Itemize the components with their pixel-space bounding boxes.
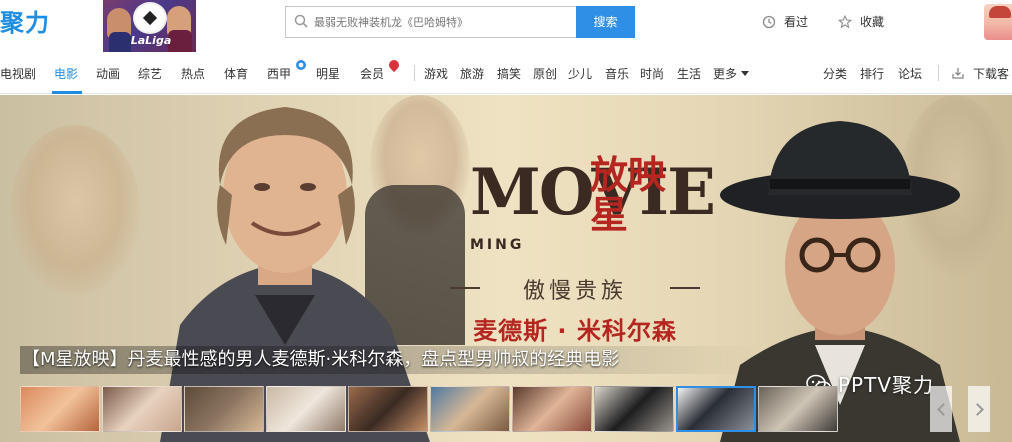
thumbnail-selected[interactable] — [676, 386, 756, 432]
nav-item-laliga[interactable]: 西甲 — [267, 64, 291, 84]
nav-item-variety[interactable]: 综艺 — [138, 64, 162, 84]
nav-item-kids[interactable]: 少儿 — [568, 64, 592, 84]
laliga-ball-icon — [133, 2, 167, 34]
thumbnail[interactable] — [20, 386, 100, 432]
banner-caption[interactable]: 【M星放映】丹麦最性感的男人麦德斯·米科尔森，盘点型男帅叔的经典电影 — [20, 346, 760, 374]
chevron-down-icon — [741, 71, 749, 76]
player-image — [167, 6, 192, 52]
thumbnail-prev-button[interactable] — [930, 386, 952, 432]
thumbnail[interactable] — [594, 386, 674, 432]
nav-item-games[interactable]: 游戏 — [424, 64, 448, 84]
nav-link-download-client[interactable]: 下载客 — [973, 64, 1009, 84]
nav-item-life[interactable]: 生活 — [677, 64, 701, 84]
search-input[interactable] — [314, 11, 572, 33]
thumbnail[interactable] — [266, 386, 346, 432]
nav-item-fashion[interactable]: 时尚 — [640, 64, 664, 84]
nav-item-original[interactable]: 原创 — [533, 64, 557, 84]
user-avatar[interactable] — [984, 4, 1012, 40]
featured-banner[interactable]: MOVIE 放映星 MING 傲慢贵族 麦德斯 · 米科尔森 【M星放映】丹麦最… — [0, 95, 1012, 442]
thumbnail[interactable] — [430, 386, 510, 432]
soccer-ball-icon — [296, 60, 306, 70]
search-button[interactable]: 搜索 — [576, 6, 635, 38]
search-box — [285, 6, 577, 38]
favorites-label: 收藏 — [860, 15, 885, 29]
nav-link-ranking[interactable]: 排行 — [860, 64, 884, 84]
nav-divider — [938, 65, 939, 81]
nav-item-vip[interactable]: 会员 — [360, 64, 384, 84]
nav-item-tv-series[interactable]: 电视剧 — [0, 64, 36, 84]
history-clock-icon — [762, 15, 776, 29]
star-icon — [838, 15, 852, 29]
thumbnail[interactable] — [758, 386, 838, 432]
thumbnail[interactable] — [348, 386, 428, 432]
history-label: 看过 — [784, 15, 809, 29]
nav-divider — [414, 65, 415, 81]
nav-item-hot[interactable]: 热点 — [181, 64, 205, 84]
banner-subtitle: 傲慢贵族 — [450, 273, 700, 305]
nav-item-anime[interactable]: 动画 — [96, 64, 120, 84]
thumbnail[interactable] — [102, 386, 182, 432]
laliga-promo-banner[interactable]: LaLiga — [103, 0, 196, 52]
nav-item-sports[interactable]: 体育 — [224, 64, 248, 84]
nav-item-movies[interactable]: 电影 — [54, 64, 78, 84]
nav-item-music[interactable]: 音乐 — [605, 64, 629, 84]
nav-item-travel[interactable]: 旅游 — [460, 64, 484, 84]
thumbnail[interactable] — [184, 386, 264, 432]
search-icon — [294, 14, 308, 28]
banner-title-ming: MING — [470, 237, 525, 253]
favorites-link[interactable]: 收藏 — [838, 12, 884, 32]
nav-item-stars[interactable]: 明星 — [316, 64, 340, 84]
download-icon — [952, 68, 964, 79]
thumbnail-strip — [20, 386, 1012, 432]
top-bar: 聚力 LaLiga 搜索 看过 收藏 — [0, 0, 1012, 52]
background-portrait — [10, 125, 140, 295]
thumbnail[interactable] — [512, 386, 592, 432]
history-link[interactable]: 看过 — [762, 12, 808, 32]
thumbnail-next-button[interactable] — [968, 386, 990, 432]
nav-link-categories[interactable]: 分类 — [823, 64, 847, 84]
main-nav: 电视剧 电影 动画 综艺 热点 体育 西甲 明星 会员 游戏 旅游 搞笑 原创 … — [0, 52, 1012, 94]
banner-actor-name: 麦德斯 · 米科尔森 — [473, 317, 677, 345]
nav-item-funny[interactable]: 搞笑 — [497, 64, 521, 84]
laliga-label: LaLiga — [130, 34, 172, 47]
banner-title-block: MOVIE 放映星 MING 傲慢贵族 麦德斯 · 米科尔森 — [440, 125, 716, 345]
vip-heart-icon — [386, 57, 402, 73]
nav-item-more[interactable]: 更多 — [713, 64, 737, 84]
site-logo[interactable]: 聚力 — [0, 6, 50, 40]
banner-title-chinese: 放映星 — [590, 152, 667, 237]
nav-link-forum[interactable]: 论坛 — [898, 64, 922, 84]
active-tab-indicator — [52, 91, 82, 94]
